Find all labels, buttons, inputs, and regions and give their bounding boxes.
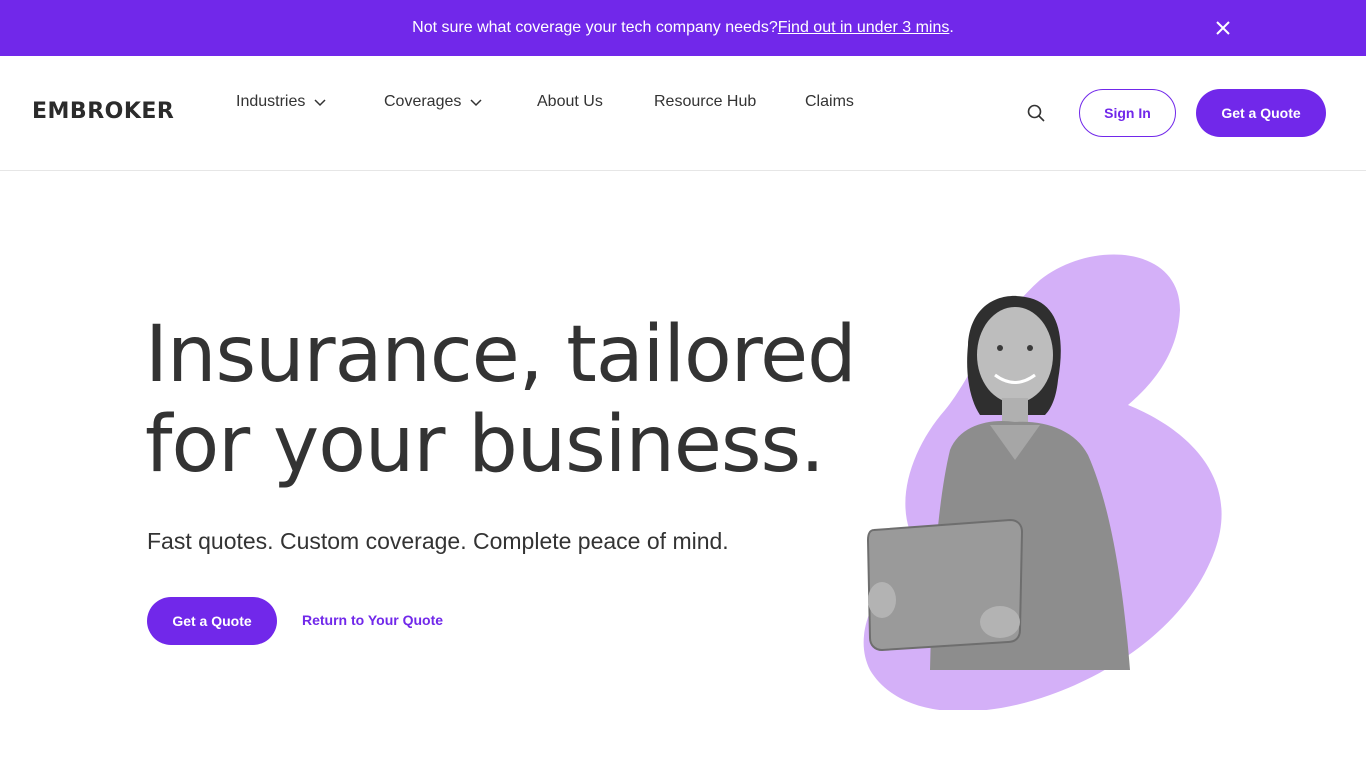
header-get-quote-button[interactable]: Get a Quote	[1196, 89, 1326, 137]
nav-about-us[interactable]: About Us	[537, 93, 603, 111]
nav-coverages-label: Coverages	[384, 93, 462, 110]
nav-industries[interactable]: Industries	[236, 93, 327, 111]
sign-in-button[interactable]: Sign In	[1079, 89, 1176, 137]
search-icon[interactable]	[1026, 103, 1046, 123]
logo[interactable]: EMBROKER	[32, 99, 174, 124]
hero-title-line-2: for your business.	[145, 400, 825, 490]
hero-title-line-1: Insurance, tailored	[145, 310, 857, 400]
chevron-down-icon	[314, 99, 326, 107]
hero-subtitle: Fast quotes. Custom coverage. Complete p…	[147, 528, 729, 554]
site-header: EMBROKER Industries Coverages About Us R…	[0, 56, 1366, 171]
hero-illustration	[863, 254, 1222, 710]
chevron-down-icon	[470, 99, 482, 107]
nav-claims[interactable]: Claims	[805, 93, 854, 111]
nav-resource-hub[interactable]: Resource Hub	[654, 93, 756, 111]
announcement-banner: Not sure what coverage your tech company…	[0, 0, 1366, 56]
hero-title: Insurance, tailored for your business.	[145, 310, 857, 490]
nav-coverages[interactable]: Coverages	[384, 93, 483, 111]
banner-link[interactable]: Find out in under 3 mins	[778, 19, 950, 37]
banner-suffix: .	[949, 19, 954, 36]
return-to-quote-link[interactable]: Return to Your Quote	[302, 612, 443, 628]
hero-get-quote-button[interactable]: Get a Quote	[147, 597, 277, 645]
nav-industries-label: Industries	[236, 93, 306, 110]
banner-text: Not sure what coverage your tech company…	[412, 19, 778, 36]
close-icon[interactable]	[1213, 18, 1233, 38]
